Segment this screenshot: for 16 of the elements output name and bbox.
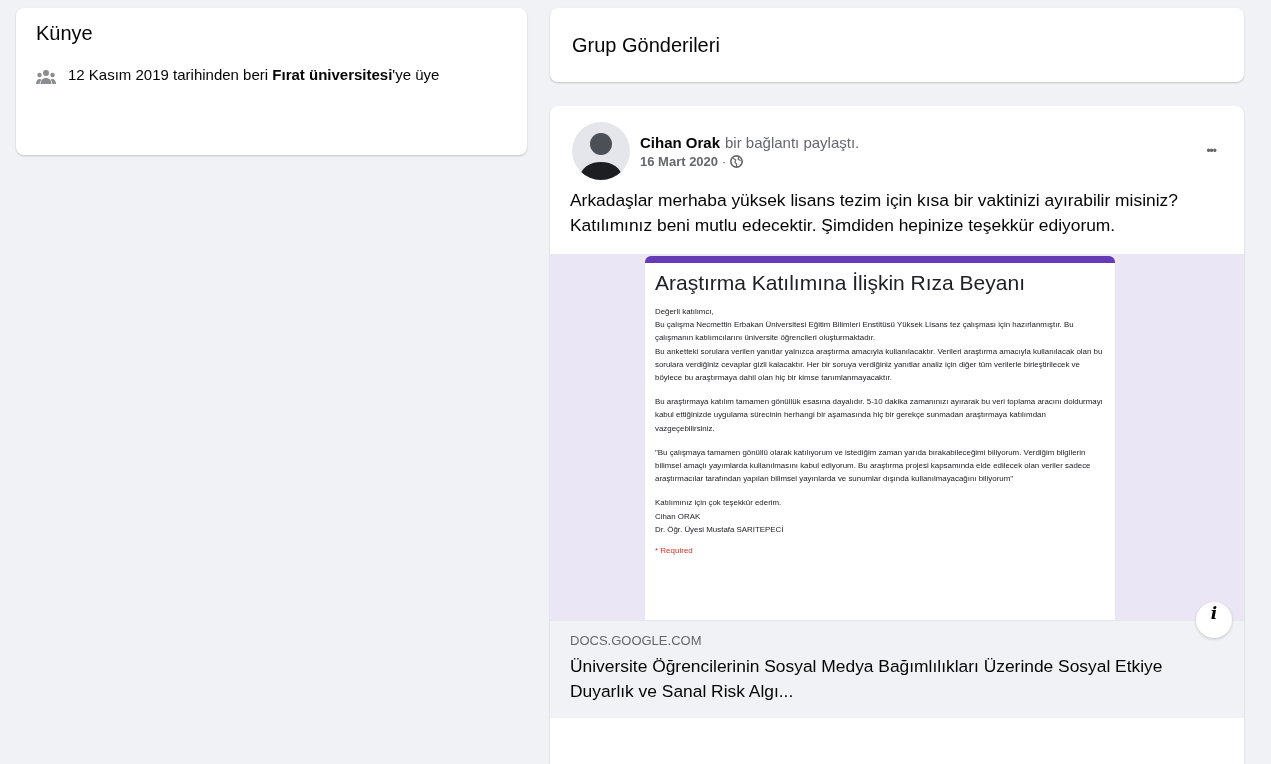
- author-name[interactable]: Cihan Orak: [640, 133, 721, 151]
- required-note: * Required: [655, 546, 694, 556]
- card-title: Künye: [36, 22, 94, 45]
- separator: ·: [722, 153, 727, 169]
- post-text: Arkadaşlar merhaba yüksek lisans tezim için kısa bir vaktinizi ayırabilir misiniz? Katılımınız beni mutlu edecektir. Şimdiden hepinize teşekkür ediyorum.: [569, 189, 1179, 237]
- membership-text: 12 Kasım 2019 tarihinden beri Fırat üniversitesi'ye üye: [68, 65, 440, 85]
- globe-icon: [730, 154, 744, 168]
- link-footer[interactable]: DOCS.GOOGLE.COM Üniversite Öğrencilerinin Sosyal Medya Bağımlılıkları Üzerinde Sosyal Etkiye Duyarlık ve Sanal Risk Algı...: [550, 620, 1244, 718]
- link-title: Üniversite Öğrencilerinin Sosyal Medya Bağımlılıkları Üzerinde Sosyal Etkiye Duyarlık ve Sanal Risk Algı...: [570, 655, 1164, 703]
- form-title: Araştırma Katılımına İlişkin Rıza Beyanı: [654, 271, 1026, 296]
- section-title: Grup Gönderileri: [572, 33, 720, 57]
- group-icon: [36, 69, 56, 85]
- link-domain: DOCS.GOOGLE.COM: [570, 633, 703, 648]
- post-action: bir bağlantı paylaştı.: [725, 133, 860, 151]
- more-button[interactable]: •••: [1200, 138, 1222, 164]
- post-date[interactable]: 16 Mart 2020: [640, 153, 719, 169]
